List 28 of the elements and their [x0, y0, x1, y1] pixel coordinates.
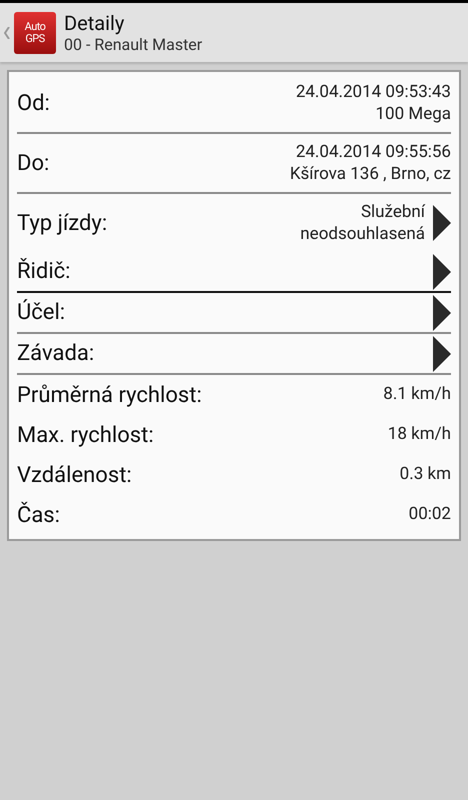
field-value: neodsouhlasená	[300, 223, 425, 245]
arrow-icon	[433, 294, 451, 330]
app-logo[interactable]: Auto GPS	[14, 12, 56, 54]
field-value: 00:02	[408, 503, 451, 526]
arrow-icon	[433, 205, 451, 241]
field-label: Průměrná rychlost:	[17, 382, 202, 410]
field-value: Kšírova 136 , Brno, cz	[290, 163, 451, 185]
field-label: Do:	[17, 150, 50, 178]
field-value: 24.04.2014 09:55:56	[296, 141, 451, 163]
field-value: 100 Mega	[375, 103, 451, 125]
list-item[interactable]: Typ jízdy: Služební neodsouhlasená	[17, 194, 451, 252]
field-label: Čas:	[17, 500, 60, 530]
screen-title: Detaily	[64, 10, 126, 34]
field-value: 8.1 km/h	[383, 383, 451, 406]
arrow-icon	[433, 254, 451, 290]
arrow-icon	[433, 336, 451, 372]
list-item[interactable]: Závada:	[17, 334, 451, 375]
field-value: 24.04.2014 09:53:43	[296, 81, 451, 103]
field-value: 0.3 km	[400, 463, 451, 486]
field-value: 18 km/h	[388, 423, 451, 446]
field-value: Služební	[360, 201, 425, 223]
screen-subtitle: 00 - Renault Master	[64, 34, 202, 54]
list-item[interactable]: Řidič:	[17, 252, 451, 293]
back-icon[interactable]	[4, 26, 10, 38]
list-item[interactable]: Účel:	[17, 293, 451, 334]
field-label: Max. rychlost:	[17, 422, 154, 450]
field-label: Od:	[17, 90, 50, 118]
field-label: Vzdálenost:	[17, 462, 132, 490]
